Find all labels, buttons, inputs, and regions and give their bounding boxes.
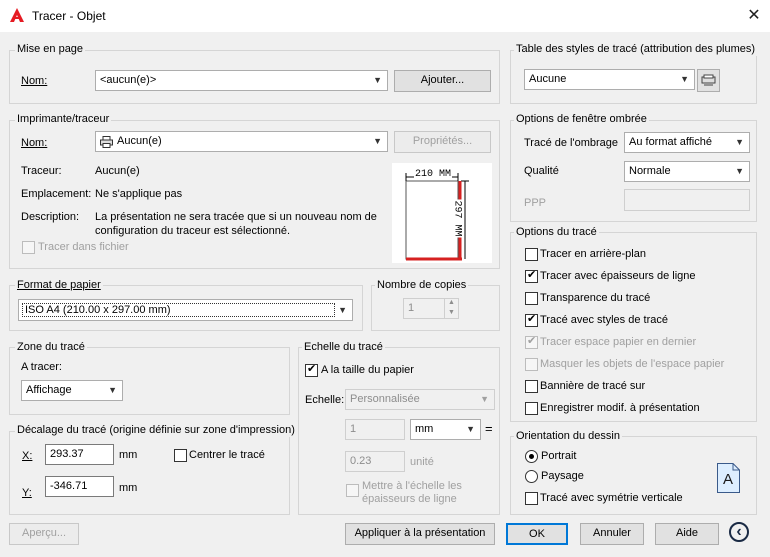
printer-title: Imprimante/traceur (15, 113, 112, 126)
offset-x-unit: mm (119, 449, 138, 461)
preview-height-label: 297 MM (451, 199, 463, 238)
plotter-label: Traceur: (21, 165, 62, 177)
plot-option-label: Tracé avec styles de tracé (540, 314, 668, 326)
scale-lineweights-checkbox[interactable] (346, 484, 359, 497)
upside-down-label: Tracé avec symétrie verticale (540, 492, 683, 504)
printer-name-label: Nom: (21, 137, 48, 149)
plot-option-checkbox[interactable]: ✔ (525, 335, 538, 349)
printer-name-select[interactable]: Aucun(e) ▼ (95, 131, 388, 152)
plot-option-label: Masquer les objets de l'espace papier (540, 358, 725, 370)
page-setup-title: Mise en page (15, 43, 86, 56)
scale-label: Echelle: (305, 394, 345, 406)
dpi-label: PPP (524, 197, 547, 209)
plot-option-checkbox[interactable] (525, 292, 538, 305)
preview-width-label: 210 MM (414, 169, 453, 180)
plot-to-file-checkbox[interactable] (22, 241, 35, 254)
spin-down-icon[interactable]: ▼ (448, 308, 455, 317)
page-setup-name-select[interactable]: <aucun(e)> ▼ (95, 70, 388, 91)
edit-plot-style-button[interactable] (697, 69, 720, 92)
paper-size-title: Format de papier (15, 279, 103, 292)
description-line-2: configuration du traceur est sélectionné… (95, 225, 291, 237)
preview-button[interactable]: Aperçu... (9, 523, 79, 545)
fit-to-paper-label: A la taille du papier (321, 364, 414, 376)
scale-unit-select[interactable]: mm ▼ (410, 419, 481, 440)
scale-unit2-label: unité (410, 456, 434, 468)
shaded-viewport-title: Options de fenêtre ombrée (514, 113, 649, 126)
center-plot-label: Centrer le tracé (189, 449, 265, 461)
plot-option-label: Tracer en arrière-plan (540, 248, 646, 260)
plot-option-checkbox[interactable] (525, 248, 538, 261)
close-icon[interactable]: ✕ (744, 6, 764, 26)
scale-lineweights-line-1: Mettre à l'échelle les (362, 480, 462, 492)
portrait-label: Portrait (541, 450, 577, 462)
offset-y-input[interactable]: -346.71 (45, 476, 114, 497)
paper-preview: 210 MM 297 MM (392, 163, 492, 263)
plot-option-checkbox[interactable]: ✔ (525, 269, 538, 283)
plot-option-checkbox[interactable]: ✔ (525, 313, 538, 327)
copies-input[interactable]: 1 ▲ ▼ (403, 298, 459, 319)
plot-options-title: Options du tracé (514, 226, 599, 239)
scale-value2-input[interactable]: 0.23 (345, 451, 405, 472)
plot-option-checkbox[interactable] (525, 380, 538, 393)
pen-table-edit-icon (701, 74, 716, 86)
quality-label: Qualité (524, 165, 559, 177)
offset-y-unit: mm (119, 482, 138, 494)
plot-option-checkbox[interactable] (525, 402, 538, 415)
window-title: Tracer - Objet (32, 9, 106, 23)
plot-style-table-select[interactable]: Aucune ▼ (524, 69, 695, 90)
dpi-input[interactable] (624, 189, 750, 211)
location-value: Ne s'applique pas (95, 188, 183, 200)
plot-to-file-label: Tracer dans fichier (38, 241, 129, 253)
printer-properties-button[interactable]: Propriétés... (394, 131, 491, 153)
description-label: Description: (21, 211, 80, 223)
plot-option-label: Transparence du tracé (540, 292, 651, 304)
plotter-value: Aucun(e) (95, 165, 140, 177)
title-bar: Tracer - Objet ✕ (0, 0, 770, 32)
printer-icon (100, 136, 113, 148)
portrait-radio[interactable] (525, 450, 538, 463)
offset-y-label: Y: (22, 487, 32, 499)
spin-up-icon[interactable]: ▲ (448, 298, 455, 307)
plot-option-checkbox[interactable] (525, 358, 538, 371)
description-line-1: La présentation ne sera tracée que si un… (95, 211, 377, 223)
cancel-button[interactable]: Annuler (580, 523, 644, 545)
apply-to-layout-button[interactable]: Appliquer à la présentation (345, 523, 495, 545)
copies-title: Nombre de copies (375, 279, 469, 292)
paper-size-select[interactable]: ISO A4 (210.00 x 297.00 mm) ▼ (18, 299, 353, 321)
autocad-logo-icon (10, 8, 24, 22)
quality-select[interactable]: Normale ▼ (624, 161, 750, 182)
scale-value1-input[interactable]: 1 (345, 419, 405, 440)
location-label: Emplacement: (21, 188, 92, 200)
plot-option-label: Tracer espace papier en dernier (540, 336, 697, 348)
landscape-label: Paysage (541, 470, 584, 482)
offset-x-label: X: (22, 450, 33, 462)
plot-style-table-title: Table des styles de tracé (attribution d… (514, 43, 758, 56)
copies-spinner[interactable]: ▲ ▼ (444, 299, 458, 318)
plot-offset-title: Décalage du tracé (origine définie sur z… (15, 424, 297, 437)
fit-to-paper-checkbox[interactable]: ✔ (305, 363, 318, 377)
portrait-preview-icon: A (717, 463, 740, 493)
plot-option-label: Tracer avec épaisseurs de ligne (540, 270, 696, 282)
scale-lineweights-line-2: épaisseurs de ligne (362, 493, 457, 505)
offset-x-input[interactable]: 293.37 (45, 444, 114, 465)
plot-what-select[interactable]: Affichage ▼ (21, 380, 123, 401)
plot-what-label: A tracer: (21, 361, 62, 373)
plot-area-title: Zone du tracé (15, 341, 87, 354)
landscape-radio[interactable] (525, 470, 538, 483)
help-button[interactable]: Aide (655, 523, 719, 545)
plot-option-label: Bannière de tracé sur (540, 380, 646, 392)
orientation-title: Orientation du dessin (514, 430, 622, 443)
collapse-icon[interactable]: ‹ (729, 522, 749, 542)
add-page-setup-button[interactable]: Ajouter... (394, 70, 491, 92)
center-plot-checkbox[interactable] (174, 449, 187, 462)
plot-option-label: Enregistrer modif. à présentation (540, 402, 700, 414)
upside-down-checkbox[interactable] (525, 492, 538, 505)
plot-scale-title: Echelle du tracé (302, 341, 385, 354)
ok-button[interactable]: OK (506, 523, 568, 545)
scale-select[interactable]: Personnalisée ▼ (345, 389, 495, 410)
shade-plot-select[interactable]: Au format affiché ▼ (624, 132, 750, 153)
shade-plot-label: Tracé de l'ombrage (524, 137, 619, 149)
scale-equals: = (485, 421, 493, 436)
page-setup-name-label: Nom: (21, 75, 48, 87)
